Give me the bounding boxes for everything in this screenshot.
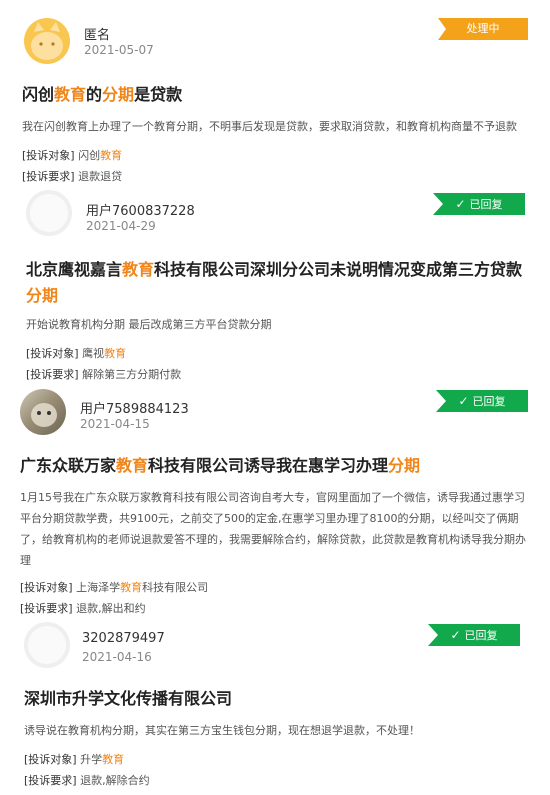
request-value: 退款,解出和约 bbox=[76, 602, 146, 615]
title-highlight: 分期 bbox=[26, 286, 59, 305]
target-value: 上海泽学 bbox=[76, 581, 121, 594]
title-part: 是贷款 bbox=[134, 85, 183, 104]
request-label: [投诉要求] bbox=[26, 368, 79, 381]
post-date: 2021-04-16 bbox=[82, 650, 152, 664]
title-highlight: 分期 bbox=[102, 85, 135, 104]
complaint-title[interactable]: 广东众联万家教育科技有限公司诱导我在惠学习办理分期 bbox=[20, 453, 526, 479]
target-value: 鹰视 bbox=[82, 347, 105, 360]
complaint-description: 诱导说在教育机构分期，其实在第三方宝生钱包分期，现在想退学退款，不处理！ bbox=[24, 724, 420, 737]
target-value: 闪创 bbox=[78, 149, 101, 162]
check-icon: ✓ bbox=[455, 197, 466, 211]
target-label: [投诉对象] bbox=[24, 753, 77, 766]
title-part: 科技有限公司深圳分公司未说明情况变成第三方贷款 bbox=[154, 260, 523, 279]
complaint-title[interactable]: 深圳市升学文化传播有限公司 bbox=[24, 686, 530, 712]
complaint-title[interactable]: 闪创教育的分期是贷款 bbox=[22, 82, 528, 108]
status-badge: ✓ 已回复 bbox=[433, 193, 525, 215]
status-label: 已回复 bbox=[469, 198, 503, 211]
status-label: 已回复 bbox=[464, 629, 498, 642]
status-label: 已回复 bbox=[472, 395, 506, 408]
title-highlight: 分期 bbox=[388, 456, 421, 475]
request-label: [投诉要求] bbox=[20, 602, 73, 615]
target-highlight: 教育 bbox=[100, 149, 123, 162]
default-avatar-icon bbox=[24, 622, 70, 668]
complaint-request: [投诉要求] 解除第三方分期付款 bbox=[26, 366, 181, 382]
complaint-description: 开始说教育机构分期 最后改成第三方平台贷款分期 bbox=[26, 318, 272, 331]
request-value: 退款,解除合约 bbox=[80, 774, 150, 787]
complaint-target: [投诉对象] 鹰视教育 bbox=[26, 345, 126, 361]
complaint-description: 我在闪创教育上办理了一个教育分期，不明事后发现是贷款，要求取消贷款，和教育机构商… bbox=[22, 120, 517, 133]
title-part: 的 bbox=[86, 85, 103, 104]
complaint-request: [投诉要求] 退款退贷 bbox=[22, 168, 122, 184]
status-label: 处理中 bbox=[466, 22, 500, 35]
complaint-target: [投诉对象] 上海泽学教育科技有限公司 bbox=[20, 579, 208, 595]
title-highlight: 教育 bbox=[116, 456, 149, 475]
request-label: [投诉要求] bbox=[22, 170, 75, 183]
check-icon: ✓ bbox=[458, 394, 469, 408]
post-date: 2021-05-07 bbox=[84, 43, 154, 57]
post-date: 2021-04-29 bbox=[86, 219, 156, 233]
complaint-target: [投诉对象] 闪创教育 bbox=[22, 147, 122, 163]
status-badge: ✓ 已回复 bbox=[436, 390, 528, 412]
title-part: 闪创 bbox=[22, 85, 55, 104]
title-part: 北京鹰视嘉言 bbox=[26, 260, 123, 279]
title-part: 广东众联万家 bbox=[20, 456, 117, 475]
target-value: 科技有限公司 bbox=[142, 581, 209, 594]
target-highlight: 教育 bbox=[102, 753, 125, 766]
complaint-title[interactable]: 北京鹰视嘉言教育科技有限公司深圳分公司未说明情况变成第三方贷款分期 bbox=[26, 257, 528, 309]
complaint-request: [投诉要求] 退款,解除合约 bbox=[24, 772, 150, 788]
target-label: [投诉对象] bbox=[20, 581, 73, 594]
complaint-description: 1月15号我在广东众联万家教育科技有限公司咨询自考大专，官网里面加了一个微信，诱… bbox=[20, 491, 526, 567]
target-highlight: 教育 bbox=[120, 581, 143, 594]
default-avatar-icon bbox=[26, 190, 72, 236]
target-value: 升学 bbox=[80, 753, 103, 766]
photo-avatar-icon bbox=[20, 389, 66, 435]
user-name[interactable]: 匿名 bbox=[84, 24, 110, 43]
user-name[interactable]: 用户7589884123 bbox=[80, 398, 189, 417]
title-highlight: 教育 bbox=[54, 85, 87, 104]
status-badge: 处理中 bbox=[438, 18, 528, 40]
status-badge: ✓ 已回复 bbox=[428, 624, 520, 646]
cat-avatar-icon bbox=[24, 18, 70, 64]
request-value: 解除第三方分期付款 bbox=[82, 368, 182, 381]
check-icon: ✓ bbox=[450, 628, 461, 642]
complaint-request: [投诉要求] 退款,解出和约 bbox=[20, 600, 146, 616]
request-value: 退款退贷 bbox=[78, 170, 123, 183]
user-name[interactable]: 3202879497 bbox=[82, 631, 165, 646]
target-highlight: 教育 bbox=[104, 347, 127, 360]
title-highlight: 教育 bbox=[122, 260, 155, 279]
complaint-target: [投诉对象] 升学教育 bbox=[24, 751, 124, 767]
request-label: [投诉要求] bbox=[24, 774, 77, 787]
target-label: [投诉对象] bbox=[22, 149, 75, 162]
target-label: [投诉对象] bbox=[26, 347, 79, 360]
title-part: 深圳市升学文化传播有限公司 bbox=[24, 689, 233, 708]
user-name[interactable]: 用户7600837228 bbox=[86, 200, 195, 219]
title-part: 科技有限公司诱导我在惠学习办理 bbox=[148, 456, 389, 475]
post-date: 2021-04-15 bbox=[80, 417, 150, 431]
